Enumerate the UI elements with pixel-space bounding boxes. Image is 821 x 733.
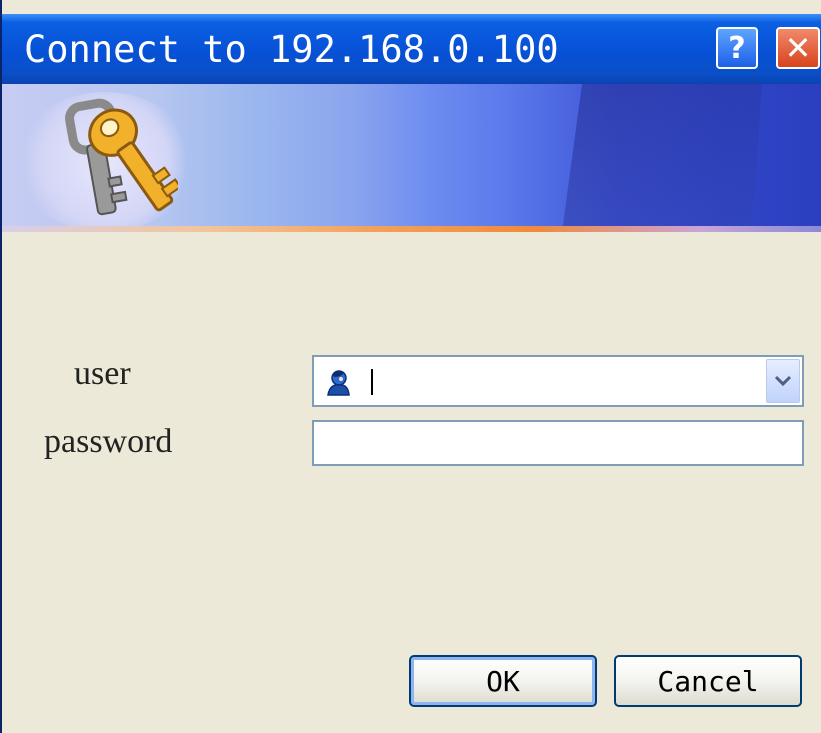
ok-button[interactable]: OK <box>409 655 597 707</box>
close-button[interactable]: ✕ <box>776 27 820 69</box>
keys-icon <box>65 98 178 216</box>
password-label: password <box>44 423 173 460</box>
titlebar[interactable]: Connect to 192.168.0.100 ? ✕ <box>2 14 821 84</box>
cancel-button[interactable]: Cancel <box>614 655 802 707</box>
chevron-down-icon <box>774 375 792 387</box>
banner-stripe <box>2 226 821 232</box>
dropdown-button[interactable] <box>766 359 800 403</box>
help-button[interactable]: ? <box>716 27 758 69</box>
login-dialog: Connect to 192.168.0.100 ? ✕ user passwo… <box>0 0 821 733</box>
banner <box>2 84 821 232</box>
banner-figure <box>562 84 762 232</box>
user-label: user <box>74 355 131 392</box>
text-cursor <box>371 369 373 395</box>
user-combobox[interactable] <box>312 355 804 407</box>
user-icon <box>327 370 350 396</box>
window-title: Connect to 192.168.0.100 <box>24 28 559 71</box>
password-field[interactable] <box>312 420 804 466</box>
